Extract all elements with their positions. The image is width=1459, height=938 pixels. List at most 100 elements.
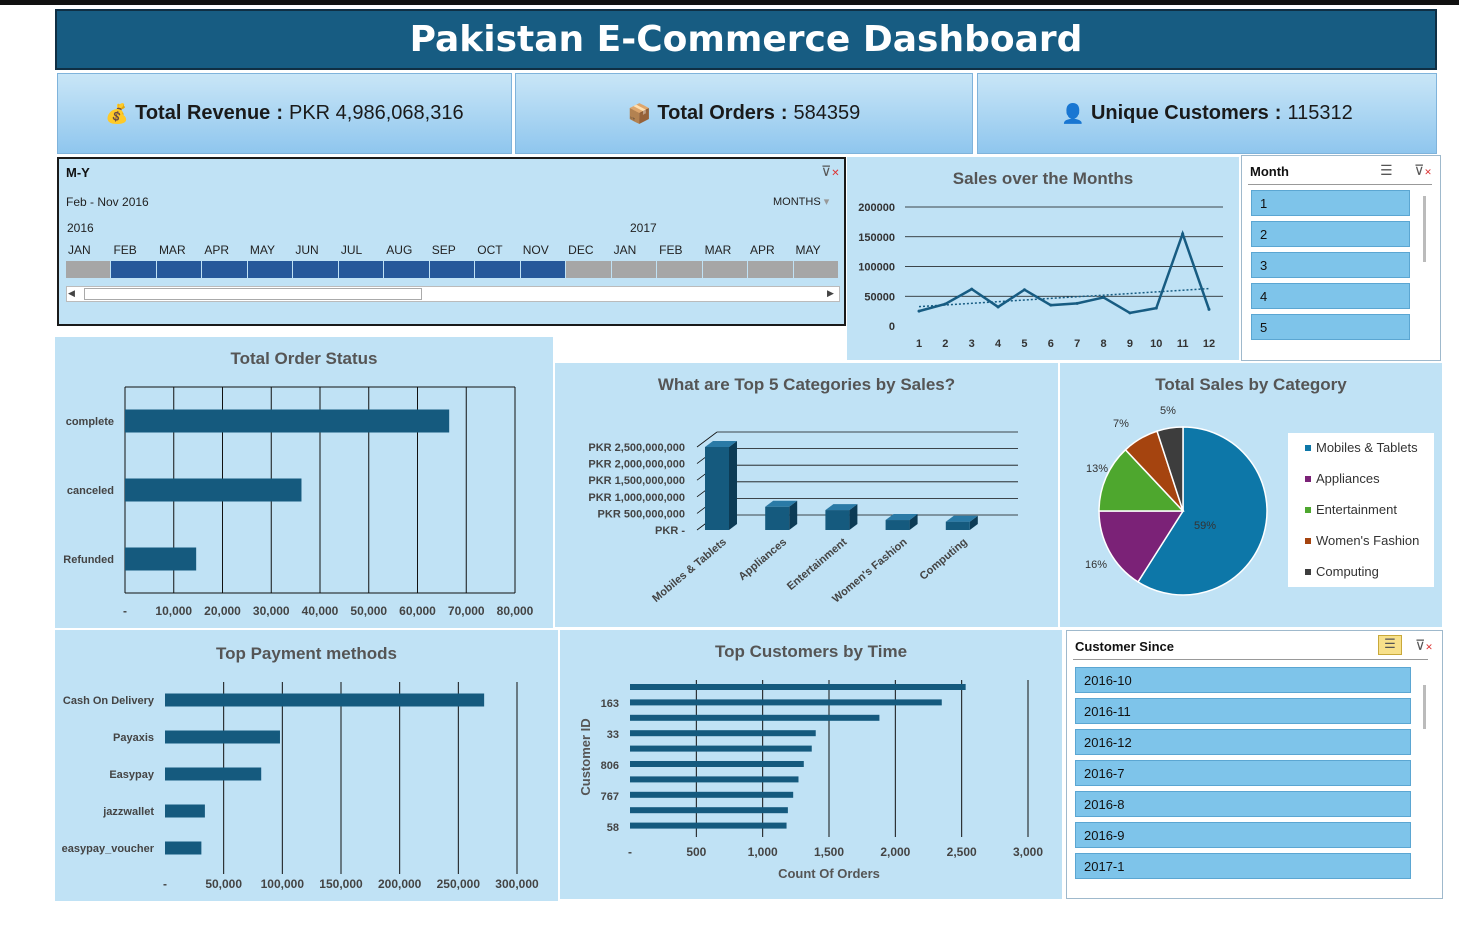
timeline-month-cell[interactable] [293,261,338,278]
top-customers-chart: Top Customers by Time -500 1,000 1,500 2,00… [560,630,1062,899]
chevron-down-icon: ▾ [823,196,830,208]
bar [630,745,812,752]
y-tick-label: easypay_voucher [62,843,155,855]
timeline-month-cell[interactable] [429,261,475,278]
scrollbar-thumb[interactable] [84,288,422,300]
bar [630,807,788,814]
slicer-item[interactable]: 2017-1 [1075,853,1411,879]
slicer-item[interactable]: 2016-11 [1075,698,1411,724]
legend-swatch [1305,569,1311,575]
order-status-chart: Total Order Status -10,000 20,000 30,000 40… [55,337,553,628]
timeline-month-cell[interactable] [384,261,429,278]
x-tick-label: 5 [1021,338,1027,350]
y-tick-label: Refunded [63,554,114,566]
y-tick-label: PKR 1,500,000,000 [588,475,685,487]
bar [630,761,804,767]
y-tick-label: 100000 [858,262,895,274]
bar [165,730,280,744]
data-point [996,305,1000,309]
timeline-month-cell[interactable] [475,261,520,278]
timeline-month-cell[interactable] [520,261,566,278]
bar [885,520,910,530]
slicer-item[interactable]: 2 [1251,221,1410,247]
timeline-month-cell[interactable] [611,261,657,278]
y-tick-label: complete [66,416,114,428]
slicer-item[interactable]: 4 [1251,283,1410,309]
data-point [1102,295,1106,299]
scroll-right-icon[interactable]: ▶ [827,288,834,299]
slicer-divider [1073,659,1428,660]
timeline-scrollbar[interactable]: ◀ ▶ [66,286,840,302]
timeline-month-label: FEB [659,243,683,257]
month-slicer[interactable]: Month ☰ ⊽✕ 1 2 3 4 5 [1241,155,1441,361]
scroll-left-icon[interactable]: ◀ [68,288,75,299]
x-tick-label: 3,000 [1013,845,1043,859]
timeline-month-label: OCT [477,243,503,257]
timeline-month-label: APR [750,243,775,257]
legend-swatch [1305,445,1311,451]
x-tick-label: 200,000 [378,877,422,891]
timeline-month-cell[interactable] [156,261,202,278]
x-tick-label: 1,000 [748,845,778,859]
y-tick-label: Easypay [109,769,155,781]
timeline-month-cell[interactable] [793,261,838,278]
x-tick-label: 10,000 [155,604,192,618]
slicer-title: Customer Since [1075,639,1174,654]
timeline-month-cell[interactable] [702,261,748,278]
timeline-month-label: MAR [704,243,732,257]
timeline-slicer[interactable]: M-Y ⊽✕ Feb - Nov 2016 MONTHS ▾ 2016 2017… [57,157,846,326]
x-tick-label: 1,500 [814,845,844,859]
x-tick-label: Appliances [736,536,789,583]
x-tick-label: 2 [942,338,948,350]
multi-select-icon[interactable]: ☰ [1378,635,1402,655]
timeline-month-cell[interactable] [202,261,247,278]
bar [705,447,729,530]
slicer-item[interactable]: 2016-8 [1075,791,1411,817]
y-tick-label: 150000 [858,232,895,244]
timeline-month-cell[interactable] [338,261,384,278]
slicer-item[interactable]: 3 [1251,252,1410,278]
timeline-month-cell[interactable] [111,261,156,278]
slicer-item[interactable]: 1 [1251,190,1410,216]
data-point [1154,306,1158,310]
bar-side [729,441,737,530]
y-tick-label: 58 [607,822,619,834]
slicer-item[interactable]: 2016-12 [1075,729,1411,755]
timeline-level-selector[interactable]: MONTHS ▾ [773,195,829,208]
slicer-item[interactable]: 2016-10 [1075,667,1411,693]
clear-filter-icon[interactable]: ⊽✕ [1414,162,1432,179]
bar [630,791,794,798]
slicer-item[interactable]: 2016-7 [1075,760,1411,786]
x-tick-label: 60,000 [399,604,436,618]
timeline-month-cell[interactable] [657,261,702,278]
data-point [1181,232,1185,236]
timeline-month-label: FEB [113,243,137,257]
bar [165,841,202,855]
legend-swatch [1305,507,1311,513]
kpi-value: 115312 [1287,102,1353,124]
timeline-month-label: AUG [386,243,413,257]
clear-filter-icon[interactable]: ⊽✕ [1415,637,1433,654]
timeline-month-cell[interactable] [247,261,293,278]
money-bag-icon: 💰 [105,103,130,125]
customer-since-slicer[interactable]: Customer Since ☰ ⊽✕ 2016-10 2016-11 2016-1… [1066,630,1443,899]
x-tick-label: 3 [969,338,975,350]
y-tick-label: Payaxis [113,732,154,744]
top-customers-svg: - 500 1,000 1,500 2,000 2,500 3,000 163 33 806 767… [578,680,1043,881]
timeline-month-cell[interactable] [66,261,111,278]
bar [125,547,197,571]
slicer-item[interactable]: 5 [1251,314,1410,340]
x-tick-label: - [628,845,632,859]
x-axis-title: Count Of Orders [778,866,880,881]
multi-select-icon[interactable]: ☰ [1380,162,1393,179]
slicer-item[interactable]: 2016-9 [1075,822,1411,848]
slicer-scrollbar[interactable] [1423,685,1426,729]
sales-over-months-chart: Sales over the Months 0 50000 100000 150000… [847,157,1239,360]
clear-filter-icon[interactable]: ⊽✕ [821,163,840,180]
kpi-label: Unique Customers [1090,102,1269,124]
timeline-month-cell[interactable] [748,261,793,278]
spreadsheet-column-header-strip [0,0,1459,5]
slicer-scrollbar[interactable] [1423,196,1426,262]
timeline-month-cell[interactable] [566,261,611,278]
y-tick-label: 163 [601,698,619,710]
